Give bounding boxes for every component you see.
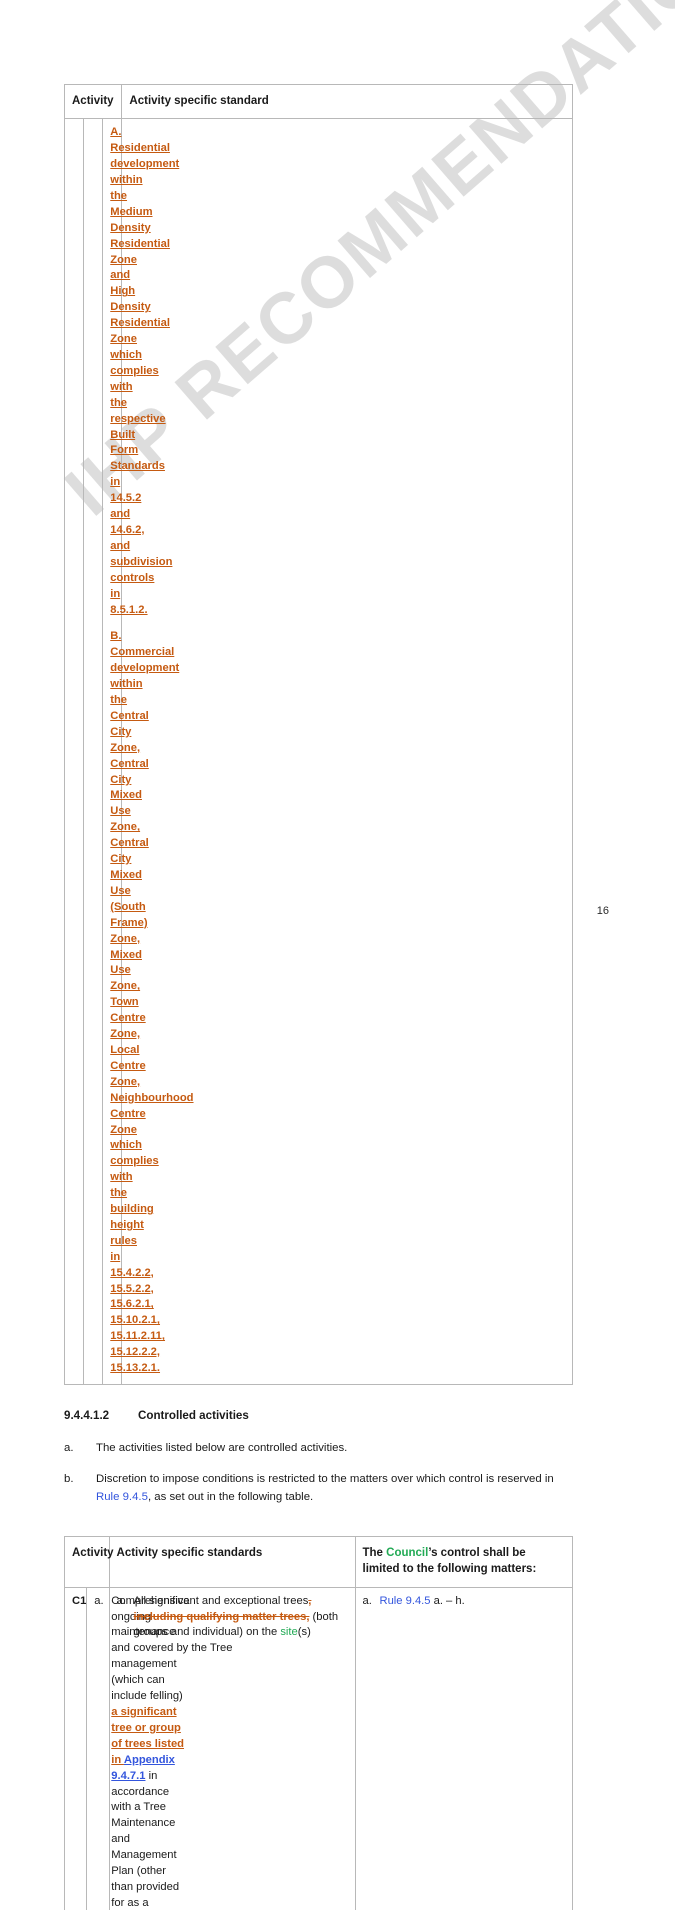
table-row: A. Residential development within the Me… [63, 118, 573, 1386]
clause-b: b. Discretion to impose conditions is re… [64, 1471, 574, 1506]
control-suffix: a. – h. [430, 1594, 465, 1607]
cell-activity-col-a [63, 118, 85, 1386]
control-list-marker: a. [362, 1594, 372, 1607]
standards-list-marker: a. [116, 1594, 126, 1607]
page-number: 16 [596, 905, 609, 917]
header-activity: Activity [63, 83, 123, 120]
section-heading: 9.4.4.1.2 Controlled activities [64, 1409, 574, 1422]
standards-seg-1: All significant and exceptional trees [133, 1594, 309, 1607]
control-list-text: Rule 9.4.5 a. – h. [380, 1594, 566, 1610]
cell-activity-specific-standard [121, 118, 573, 1386]
cell-council-control: a. Rule 9.4.5 a. – h. [354, 1586, 573, 1910]
table-row: C1 a. Comprehensive ongoing maintenance … [63, 1586, 573, 1910]
header-control-prefix: The [362, 1547, 387, 1559]
table-header-row: Activity Activity specific standards The… [64, 1536, 573, 1588]
controlled-activities-table: Activity Activity specific standards The… [63, 1536, 573, 1910]
standards-deleted-comma: , [308, 1594, 312, 1607]
section-number: 9.4.4.1.2 [64, 1409, 110, 1423]
activity-entry-a: A. Residential development within the Me… [110, 125, 179, 618]
clause-b-text-after-link: , as set out in the following table. [147, 1490, 314, 1503]
header-council-control: The Council’s control shall be limited t… [354, 1536, 573, 1588]
header-activity-specific-standard: Activity specific standard [121, 83, 573, 120]
cell-activity-description: a. Comprehensive ongoing maintenance and… [86, 1586, 190, 1910]
section-title: Controlled activities [138, 1409, 249, 1423]
clause-a-text: The activities listed below are controll… [96, 1442, 348, 1455]
clause-b-text-before-link: Discretion to impose conditions is restr… [96, 1473, 554, 1486]
header-activity: Activity [64, 1536, 114, 1588]
document-page: Activity Activity specific standard A. R… [0, 0, 675, 1910]
standards-seg-deleted: including qualifying matter trees, [133, 1610, 310, 1623]
header-control-term: Council [386, 1547, 429, 1559]
cell-activity-entries: A. Residential development within the Me… [102, 118, 194, 1386]
activities-table: Activity Activity specific standard A. R… [63, 83, 573, 1386]
activity-seg-4: in accordance with a Tree Maintenance an… [111, 1769, 180, 1909]
header-activity-specific-standards: Activity specific standards [108, 1536, 356, 1588]
standards-defined-term-site: site [280, 1626, 298, 1639]
clause-b-marker: b. [64, 1473, 74, 1486]
activity-list-item: a. Comprehensive ongoing maintenance and… [94, 1594, 189, 1910]
cell-rule-id: C1 [63, 1586, 88, 1910]
standards-list-item: a. All significant and exceptional trees… [117, 1594, 348, 1658]
activity-entry-b: B. Commercial development within the Cen… [110, 629, 193, 1377]
link-rule-9-4-5[interactable]: Rule 9.4.5 [96, 1491, 148, 1503]
clause-a: a. The activities listed below are contr… [64, 1440, 574, 1457]
clause-a-marker: a. [64, 1442, 74, 1455]
page-content: Activity Activity specific standard A. R… [63, 83, 574, 1910]
standards-list-text: All significant and exceptional trees, i… [134, 1594, 348, 1658]
link-rule-9-4-5-control[interactable]: Rule 9.4.5 [380, 1595, 431, 1607]
clause-b-text: Discretion to impose conditions is restr… [96, 1471, 574, 1506]
cell-activity-col-b [83, 118, 104, 1386]
table-header-row: Activity Activity specific standard [63, 83, 573, 120]
control-list-item: a. Rule 9.4.5 a. – h. [363, 1594, 566, 1610]
activity-list-marker: a. [94, 1594, 104, 1607]
